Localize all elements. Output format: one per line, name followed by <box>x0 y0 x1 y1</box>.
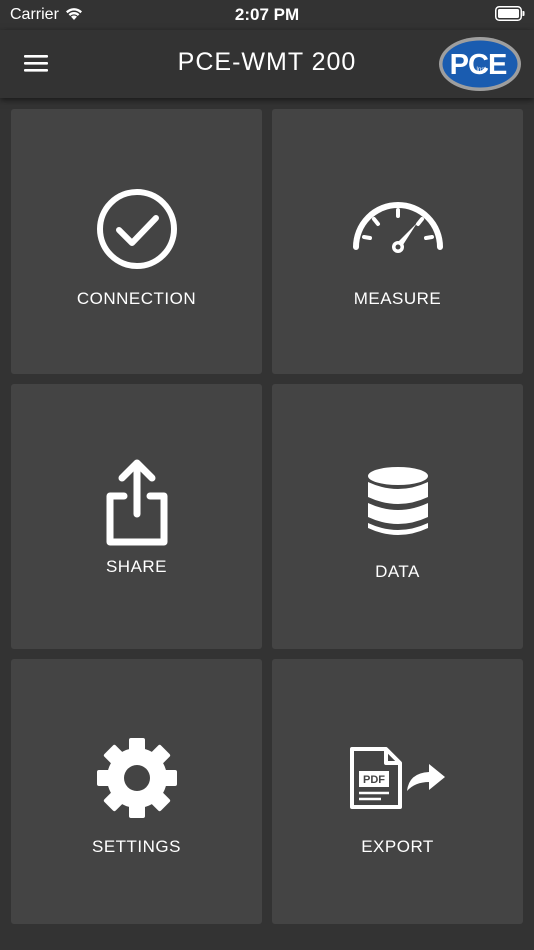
share-tile[interactable]: SHARE <box>11 384 262 649</box>
battery-icon <box>495 6 525 21</box>
menu-button[interactable] <box>20 50 52 76</box>
pce-logo: PCE Inst. <box>439 37 521 91</box>
hamburger-menu-icon <box>24 55 48 72</box>
svg-text:PCE: PCE <box>450 49 507 81</box>
pdf-export-icon: PDF <box>349 747 445 809</box>
status-bar: Carrier 2:07 PM <box>0 0 534 30</box>
export-tile[interactable]: PDF EXPORT <box>272 659 523 924</box>
clock-time: 2:07 PM <box>234 5 300 24</box>
connection-tile[interactable]: CONNECTION <box>11 109 262 374</box>
measure-label: MEASURE <box>353 289 442 308</box>
gear-icon <box>96 738 177 818</box>
settings-tile[interactable]: SETTINGS <box>11 659 262 924</box>
data-label: DATA <box>375 562 420 581</box>
connection-label: CONNECTION <box>76 289 197 308</box>
svg-text:Inst.: Inst. <box>476 67 488 73</box>
main-menu-grid: CONNECTION MEASURE SHARE DATA SETTINGS P… <box>0 98 534 950</box>
data-tile[interactable]: DATA <box>272 384 523 649</box>
measure-tile[interactable]: MEASURE <box>272 109 523 374</box>
share-label: SHARE <box>105 557 168 576</box>
svg-text:PDF: PDF <box>363 774 385 786</box>
export-label: EXPORT <box>361 837 434 856</box>
navigation-bar: PCE-WMT 200 PCE Inst. <box>0 30 534 98</box>
page-title: PCE-WMT 200 <box>177 48 357 76</box>
database-icon <box>367 467 428 535</box>
share-icon <box>106 459 167 546</box>
check-circle-icon <box>96 189 177 269</box>
settings-label: SETTINGS <box>91 837 181 856</box>
speedometer-icon <box>352 202 443 253</box>
